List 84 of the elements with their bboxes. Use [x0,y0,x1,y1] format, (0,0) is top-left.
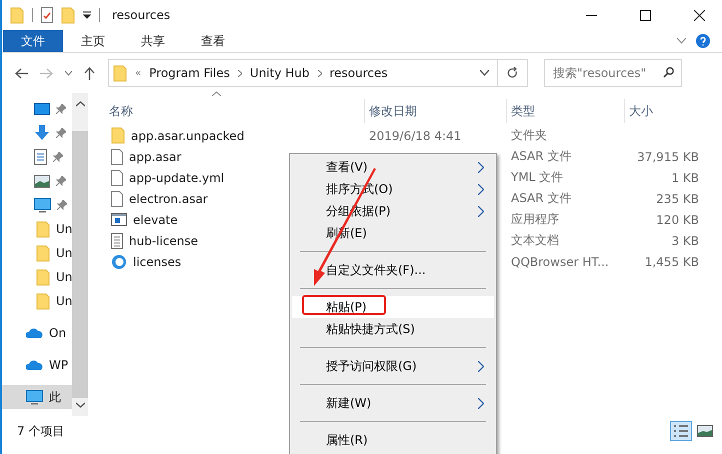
file-icon [111,190,123,206]
breadcrumb[interactable]: resources [330,66,388,80]
date-cell-text: 2019/6/18 4:41 [368,128,462,142]
document-icon [34,149,47,165]
size-cell-text: 1 KB [670,170,699,184]
refresh-icon [507,67,518,79]
cloud-icon [26,328,43,338]
close-icon [694,10,704,20]
chevron-icon [238,70,242,76]
folder-icon [10,6,24,24]
folder-icon [36,220,50,238]
sidebar-item[interactable]: WP [0,353,72,377]
column-header[interactable]: 大小 [625,99,699,123]
size-cell-text: 120 KB [655,212,699,226]
column-header[interactable]: 类型 [507,99,625,123]
details-view-button[interactable] [670,421,692,441]
type-cell-text: QQBrowser HT... [510,254,610,268]
size-cell-text: 235 KB [655,192,699,206]
file-icon [111,170,123,186]
scrollbar[interactable] [72,93,88,416]
column-header[interactable]: 修改日期 [365,99,507,123]
scroll-up-icon[interactable] [76,101,84,107]
sort-caret-icon [212,91,221,96]
file-name[interactable]: app.asar.unpacked [105,127,365,144]
monitor-icon [26,390,43,404]
sidebar-item[interactable]: Un [0,289,72,313]
menu-item[interactable]: 授予访问权限(G) [292,355,494,377]
window-title: resources [112,8,170,22]
sidebar-item[interactable]: On [0,321,72,345]
menu-item[interactable]: 查看(V) [292,156,494,178]
sidebar-item[interactable]: Un [0,265,72,289]
column-header[interactable]: 名称 [105,99,365,123]
folder-icon [36,268,50,286]
text-file-icon [111,232,123,248]
recent-locations-button[interactable] [62,70,75,76]
search-field[interactable]: 搜索"resources" [544,59,682,87]
type-cell-text: YML 文件 [510,169,564,186]
size-cell-text: 37,915 KB [636,150,699,164]
address-bar[interactable]: « Program Files Unity Hub resources [108,59,528,87]
chevron-icon [318,70,322,76]
type-cell-text: ASAR 文件 [510,148,572,165]
size-cell-text: 3 KB [670,234,699,248]
sidebar-item[interactable]: Un [0,217,72,241]
browser-icon [111,254,127,270]
size-cell-text: 1,455 KB [644,254,699,268]
folder-icon [113,64,127,82]
type-cell-text: 文件夹 [510,127,548,144]
breadcrumb[interactable]: Program Files [149,66,230,80]
folder-icon [111,127,125,144]
sidebar-item[interactable]: Un [0,241,72,265]
ribbon-tab[interactable]: 主页 [63,30,123,52]
menu-item[interactable]: 自定义文件夹(F)... [292,259,494,281]
overflow-chevron[interactable]: « [135,68,142,78]
ribbon-tab[interactable]: 共享 [123,30,183,52]
menu-item[interactable]: 新建(W) [292,392,494,414]
maximize-icon [640,10,650,20]
search-icon [663,67,674,78]
folder-icon [36,244,50,262]
download-icon [34,125,50,141]
expand-ribbon-icon[interactable] [677,38,686,44]
folder-icon [36,292,50,310]
window-icon [111,213,127,226]
menu-item[interactable]: 粘贴(P) [292,296,494,318]
item-count: 7 个项目 [17,422,64,440]
type-cell-text: ASAR 文件 [510,190,572,207]
ribbon-tab[interactable]: 查看 [183,30,243,52]
desktop-icon [34,102,50,116]
sidebar-item[interactable]: 此 [0,385,72,409]
help-icon[interactable] [696,34,710,48]
menu-item[interactable]: 粘贴快捷方式(S) [292,318,494,340]
cloud-icon [26,360,43,370]
monitor-icon [34,198,51,212]
type-cell-text: 文本文档 [510,232,560,249]
dropdown-icon[interactable] [83,11,91,19]
new-folder-icon [61,6,75,24]
type-cell-text: 应用程序 [510,211,560,228]
image-icon [34,174,50,188]
dropdown-icon[interactable] [480,70,489,76]
breadcrumb[interactable]: Unity Hub [250,66,310,80]
properties-icon[interactable] [41,7,53,23]
file-icon [111,148,123,164]
scroll-down-icon[interactable] [76,402,84,408]
menu-item[interactable]: 属性(R) [292,429,494,451]
ribbon-tab[interactable]: 文件 [3,30,63,52]
